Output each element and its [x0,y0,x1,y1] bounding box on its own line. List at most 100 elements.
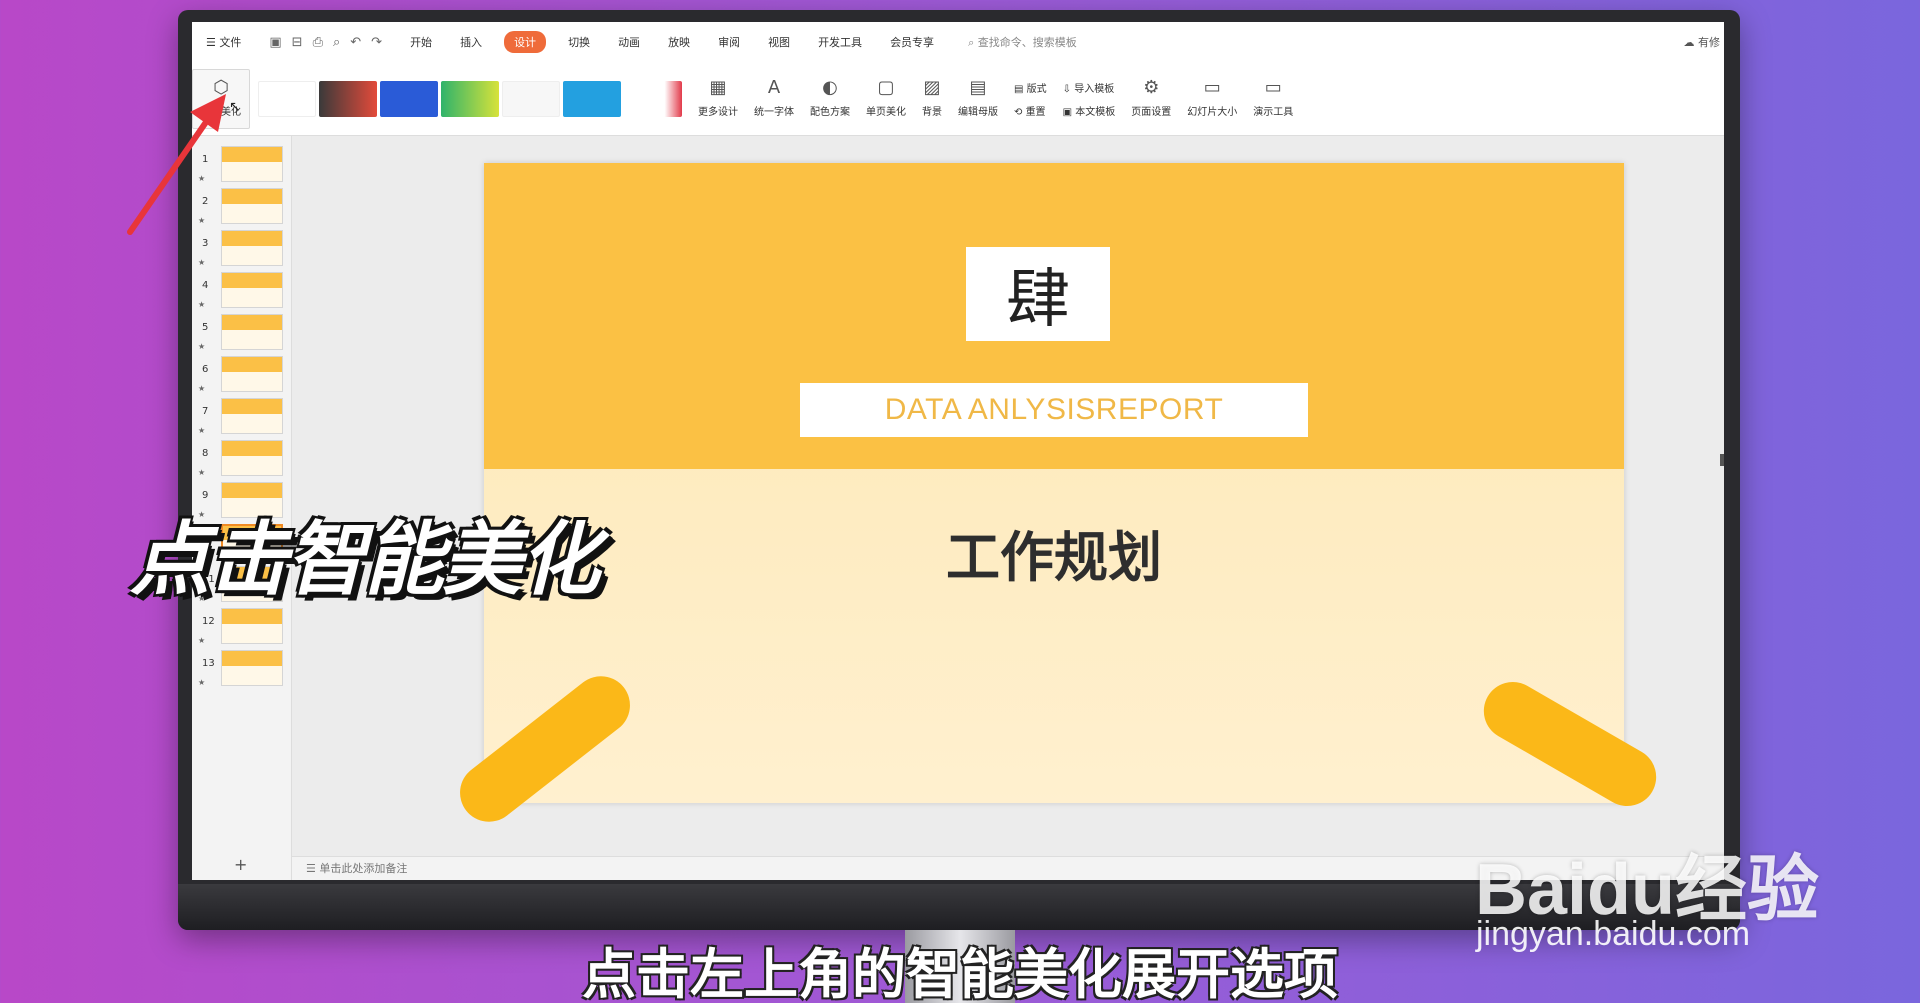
slide-thumbnail[interactable] [221,272,283,308]
star-icon[interactable]: ★ [198,636,205,645]
background-icon: ▨ [923,77,941,98]
undo-icon[interactable]: ↶ [350,35,361,50]
splitter-handle[interactable] [1720,454,1724,466]
slide-thumbnail-item[interactable]: 7 ★ [192,398,292,442]
star-icon[interactable]: ★ [198,426,205,435]
layout-group: ▤ 版式 ⟲ 重置 [1006,80,1055,118]
layout-button[interactable]: ▤ 版式 [1014,80,1047,95]
slide-number: 12 [202,616,215,627]
current-slide[interactable]: 肆 DATA ANLYSISREPORT 工作规划 [484,163,1624,803]
template-thumb[interactable] [258,80,316,117]
edit-master-button[interactable]: ▤ 编辑母版 [950,69,1006,129]
palette-icon: ◐ [822,77,838,98]
overlay-instruction: 点击智能美化 [130,513,600,606]
reset-button[interactable]: ⟲ 重置 [1014,103,1047,118]
save-icon[interactable]: ▣ [269,35,281,50]
slide-size-button[interactable]: ▭ 幻灯片大小 [1179,69,1245,129]
tab-animation[interactable]: 动画 [604,34,654,50]
template-thumb[interactable] [624,80,682,117]
file-menu[interactable]: ☰ 文件 [192,34,255,50]
command-search[interactable]: ⌕ 查找命令、搜索模板 [948,34,1077,50]
template-group: ⇩ 导入模板 ▣ 本文模板 [1055,80,1124,118]
slide-title[interactable]: 工作规划 [484,513,1624,592]
slide-thumbnail-item[interactable]: 8 ★ [192,440,292,484]
present-tools-button[interactable]: ▭ 演示工具 [1245,69,1301,129]
tab-design[interactable]: 设计 [504,31,547,53]
slide-size-icon: ▭ [1203,77,1221,98]
thumb-band [222,399,282,415]
sync-status[interactable]: ☁ 有修 [1684,34,1721,50]
template-thumb[interactable] [319,80,377,117]
tab-transition[interactable]: 切换 [554,34,604,50]
thumb-band [222,357,282,373]
slide-number: 4 [202,280,209,291]
slide-thumbnail[interactable] [221,608,283,644]
unify-font-button[interactable]: A 统一字体 [746,69,802,129]
tab-home[interactable]: 开始 [396,34,446,50]
tab-member[interactable]: 会员专享 [876,34,948,50]
slide-thumbnail-item[interactable]: 12 ★ [192,608,292,652]
menu-bar: ☰ 文件 ▣ ⊟ ⎙ ⌕ ↶ ↷ 开始 插入 设计 切换 动画 放映 审阅 视图… [192,22,1724,62]
template-thumb[interactable] [441,80,499,117]
slide-number: 5 [202,322,209,333]
slide-subtitle[interactable]: DATA ANLYSISREPORT [800,383,1308,437]
thumb-band [222,315,282,331]
slide-thumbnail[interactable] [221,650,283,686]
slide-number: 8 [202,448,209,459]
preview-icon[interactable]: ⌕ [333,35,340,50]
page-icon: ▢ [877,77,895,98]
tab-slideshow[interactable]: 放映 [654,34,704,50]
single-page-beautify-button[interactable]: ▢ 单页美化 [858,69,914,129]
slide-thumbnail-item[interactable]: 4 ★ [192,272,292,316]
baidu-watermark-url: jingyan.baidu.com [1476,915,1751,953]
slide-thumbnail[interactable] [221,440,283,476]
template-thumb[interactable] [563,80,621,117]
star-icon[interactable]: ★ [198,678,205,687]
color-scheme-button[interactable]: ◐ 配色方案 [802,69,858,129]
star-icon[interactable]: ★ [198,384,205,393]
quick-access: ▣ ⊟ ⎙ ⌕ ↶ ↷ [255,35,396,50]
thumb-band [222,651,282,667]
slide-number: 13 [202,658,215,669]
slide-thumbnail-item[interactable]: 6 ★ [192,356,292,400]
star-icon[interactable]: ★ [198,300,205,309]
page-setup-button[interactable]: ⚙ 页面设置 [1123,69,1179,129]
add-slide-icon[interactable]: + [234,855,247,874]
star-icon[interactable]: ★ [198,342,205,351]
background-button[interactable]: ▨ 背景 [914,69,950,129]
tab-view[interactable]: 视图 [754,34,804,50]
design-ribbon: ⬡ 智能美化 ▦ 更多设计 A 统一字体 ◐ 配色方案 ▢ 单页美化 [192,62,1724,136]
template-gallery [250,80,690,117]
print-icon[interactable]: ⎙ [313,35,323,50]
redo-icon[interactable]: ↷ [371,35,382,50]
slide-thumbnail[interactable] [221,398,283,434]
page-setup-icon: ⚙ [1143,77,1160,98]
template-thumb[interactable] [502,80,560,117]
this-template-button[interactable]: ▣ 本文模板 [1063,103,1116,118]
slide-number: 7 [202,406,209,417]
pointer-arrow-icon [127,94,226,235]
app-screen: ☰ 文件 ▣ ⊟ ⎙ ⌕ ↶ ↷ 开始 插入 设计 切换 动画 放映 审阅 视图… [192,22,1724,880]
font-icon: A [767,77,781,98]
star-icon[interactable]: ★ [198,258,205,267]
grid-icon: ▦ [709,77,727,98]
slide-thumbnail-item[interactable]: 13 ★ [192,650,292,694]
export-icon[interactable]: ⊟ [292,35,303,50]
star-icon[interactable]: ★ [198,468,205,477]
thumb-band [222,609,282,625]
tab-insert[interactable]: 插入 [446,34,496,50]
presentation-icon: ▭ [1264,77,1282,98]
mouse-cursor-icon: ↖ [229,99,241,115]
slide-thumbnail-item[interactable]: 5 ★ [192,314,292,358]
master-icon: ▤ [969,77,987,98]
thumb-band [222,441,282,457]
slide-thumbnail[interactable] [221,314,283,350]
template-thumb[interactable] [380,80,438,117]
import-template-button[interactable]: ⇩ 导入模板 [1063,80,1116,95]
slide-number-char[interactable]: 肆 [966,247,1110,341]
slide-thumbnail[interactable] [221,356,283,392]
more-designs-button[interactable]: ▦ 更多设计 [690,69,746,129]
thumb-band [222,273,282,289]
tab-developer[interactable]: 开发工具 [804,34,876,50]
tab-review[interactable]: 审阅 [704,34,754,50]
